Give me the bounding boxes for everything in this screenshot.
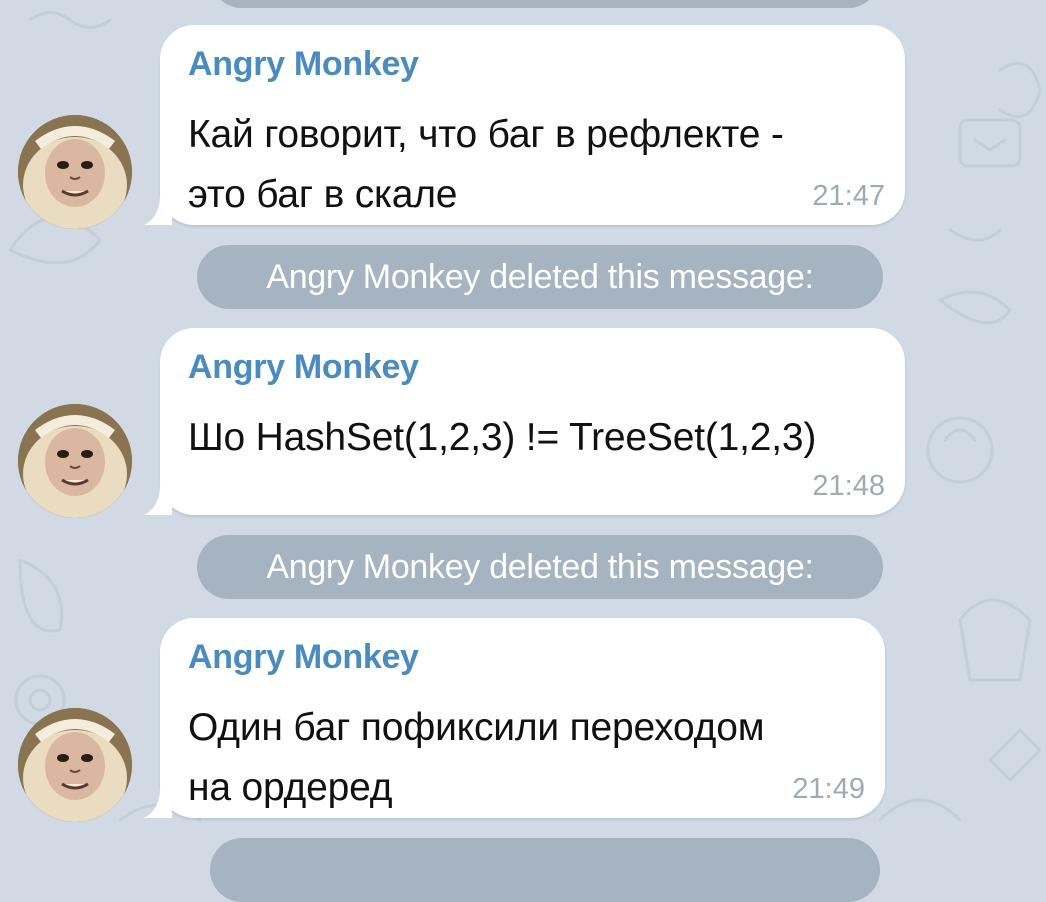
bubble-tail [144,485,172,515]
service-message-clipped-top [210,0,880,8]
message-line: на ордеред [188,766,393,809]
bubble-tail [144,788,172,818]
avatar[interactable] [18,708,132,822]
message-text: Шо HashSet(1,2,3) != TreeSet(1,2,3) [188,408,816,468]
message-line: Один баг пофиксили переходом [188,706,765,749]
message-time: 21:47 [812,180,885,212]
message-time: 21:48 [812,470,885,502]
message-text: Один баг пофиксили переходом на ордеред [188,698,765,818]
sender-name[interactable]: Angry Monkey [188,638,419,677]
monkey-avatar-icon [18,708,132,822]
avatar[interactable] [18,404,132,518]
bubble-tail [144,195,172,225]
message-bubble[interactable]: Angry Monkey Шо HashSet(1,2,3) != TreeSe… [144,328,905,515]
message-line: Кай говорит, что баг в рефлекте - [188,113,784,156]
message-line: это баг в скале [188,173,458,216]
monkey-avatar-icon [18,115,132,229]
message-text: Кай говорит, что баг в рефлекте - это ба… [188,105,784,225]
service-message: Angry Monkey deleted this message: [197,245,883,309]
message-bubble[interactable]: Angry Monkey Кай говорит, что баг в рефл… [144,25,905,225]
sender-name[interactable]: Angry Monkey [188,45,419,84]
sender-name[interactable]: Angry Monkey [188,348,419,387]
avatar[interactable] [18,115,132,229]
message-bubble[interactable]: Angry Monkey Один баг пофиксили переходо… [144,618,885,818]
message-line: Шо HashSet(1,2,3) != TreeSet(1,2,3) [188,416,817,459]
message-time: 21:49 [792,773,865,805]
service-message-clipped-bottom [210,838,880,902]
service-message: Angry Monkey deleted this message: [197,535,883,599]
monkey-avatar-icon [18,404,132,518]
